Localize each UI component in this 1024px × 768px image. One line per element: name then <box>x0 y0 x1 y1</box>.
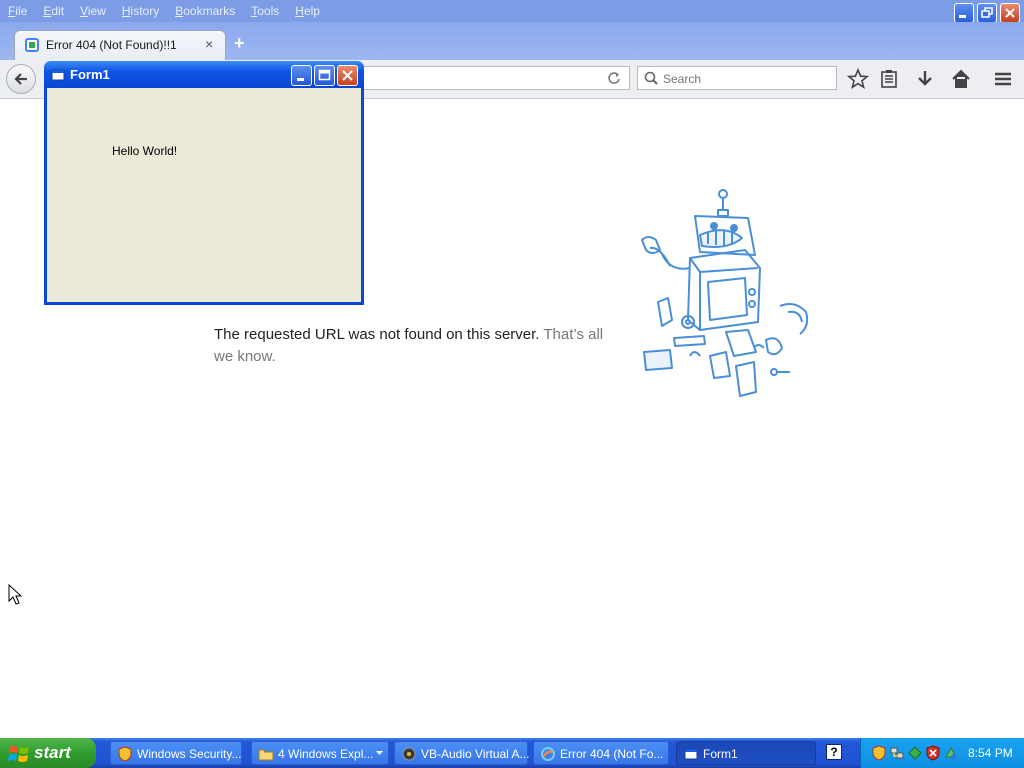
search-icon <box>644 71 658 85</box>
menu-history[interactable]: History <box>122 4 159 18</box>
reload-icon[interactable] <box>607 71 621 85</box>
window-minimize-button[interactable] <box>954 3 974 23</box>
restore-icon <box>981 7 993 18</box>
tab-title: Error 404 (Not Found)!!1 <box>46 38 177 52</box>
taskbar-item-browser-error-404[interactable]: Error 404 (Not Fo... <box>533 741 669 765</box>
taskbar-item-windows-security[interactable]: Windows Security... <box>110 741 242 765</box>
window-restore-button[interactable] <box>977 3 997 23</box>
chevron-down-icon <box>376 751 383 755</box>
clock: 8:54 PM <box>968 746 1013 760</box>
taskbar-item-label: VB-Audio Virtual A... <box>421 747 530 761</box>
back-button[interactable] <box>6 64 36 94</box>
form-app-icon <box>51 69 65 81</box>
form1-window[interactable]: Form1 Hello World! <box>44 61 364 305</box>
taskbar-item-label: Windows Security... <box>137 747 242 761</box>
taskbar-item-label: Error 404 (Not Fo... <box>560 747 664 761</box>
form1-maximize-button[interactable] <box>314 65 335 86</box>
tab-strip: Error 404 (Not Found)!!1 × + <box>0 22 1024 60</box>
system-tray: 8:54 PM <box>860 738 1024 768</box>
folder-icon <box>258 749 274 761</box>
back-arrow-icon <box>14 73 27 85</box>
close-icon <box>342 70 353 81</box>
menu-view[interactable]: View <box>80 4 106 18</box>
hello-world-label: Hello World! <box>112 144 178 158</box>
tab-close-icon[interactable]: × <box>205 36 213 52</box>
update-icon[interactable] <box>943 745 959 761</box>
menu-help[interactable]: Help <box>295 4 320 18</box>
search-input[interactable]: Search <box>637 66 837 90</box>
reading-list-icon[interactable] <box>878 68 900 90</box>
help-button[interactable]: ? <box>826 744 842 760</box>
start-label: start <box>34 743 71 762</box>
google-favicon-icon <box>25 38 39 52</box>
close-icon <box>1005 8 1015 18</box>
hamburger-menu-icon[interactable] <box>992 68 1014 90</box>
window-close-button[interactable] <box>1000 3 1020 23</box>
start-button[interactable]: start <box>0 738 96 768</box>
bookmark-star-icon[interactable] <box>847 68 869 90</box>
windows-logo-icon <box>8 746 29 762</box>
network-icon[interactable] <box>889 745 905 761</box>
menu-edit[interactable]: Edit <box>43 4 64 18</box>
taskbar: start Windows Security... 4 Windows Expl… <box>0 738 1024 768</box>
menu-tools[interactable]: Tools <box>251 4 279 18</box>
url-bar[interactable] <box>360 66 630 90</box>
taskbar-item-vb-audio[interactable]: VB-Audio Virtual A... <box>394 741 530 765</box>
error-message-main: The requested URL was not found on this … <box>214 326 540 343</box>
taskbar-item-windows-explorer[interactable]: 4 Windows Expl... <box>251 741 389 765</box>
shield-icon <box>118 746 132 762</box>
alert-shield-icon[interactable] <box>925 745 941 761</box>
minimize-icon <box>297 78 304 81</box>
search-placeholder: Search <box>663 72 702 86</box>
form1-minimize-button[interactable] <box>291 65 312 86</box>
menu-file[interactable]: File <box>8 4 27 18</box>
tab-error-404[interactable]: Error 404 (Not Found)!!1 × <box>14 30 226 60</box>
audio-icon <box>402 747 416 761</box>
form1-client-area: Hello World! <box>47 88 361 302</box>
download-icon[interactable] <box>914 68 936 90</box>
mouse-cursor-icon <box>8 584 22 605</box>
error-message: The requested URL was not found on this … <box>214 324 604 368</box>
security-shield-icon[interactable] <box>871 745 887 761</box>
form1-close-button[interactable] <box>337 65 358 86</box>
home-icon[interactable] <box>950 68 972 90</box>
menu-bar: File Edit View History Bookmarks Tools H… <box>0 0 1024 23</box>
new-tab-button[interactable]: + <box>234 33 245 54</box>
broken-robot-illustration <box>641 189 809 397</box>
form-icon <box>684 748 698 760</box>
browser-icon <box>541 747 555 761</box>
menu-bookmarks[interactable]: Bookmarks <box>175 4 235 18</box>
form1-title: Form1 <box>70 67 110 82</box>
green-device-icon[interactable] <box>907 745 923 761</box>
taskbar-item-label: 4 Windows Expl... <box>278 747 374 761</box>
taskbar-item-label: Form1 <box>703 747 738 761</box>
form1-titlebar[interactable]: Form1 <box>44 61 364 88</box>
minimize-icon <box>959 15 966 18</box>
taskbar-item-form1[interactable]: Form1 <box>676 741 816 765</box>
maximize-icon <box>318 69 331 81</box>
